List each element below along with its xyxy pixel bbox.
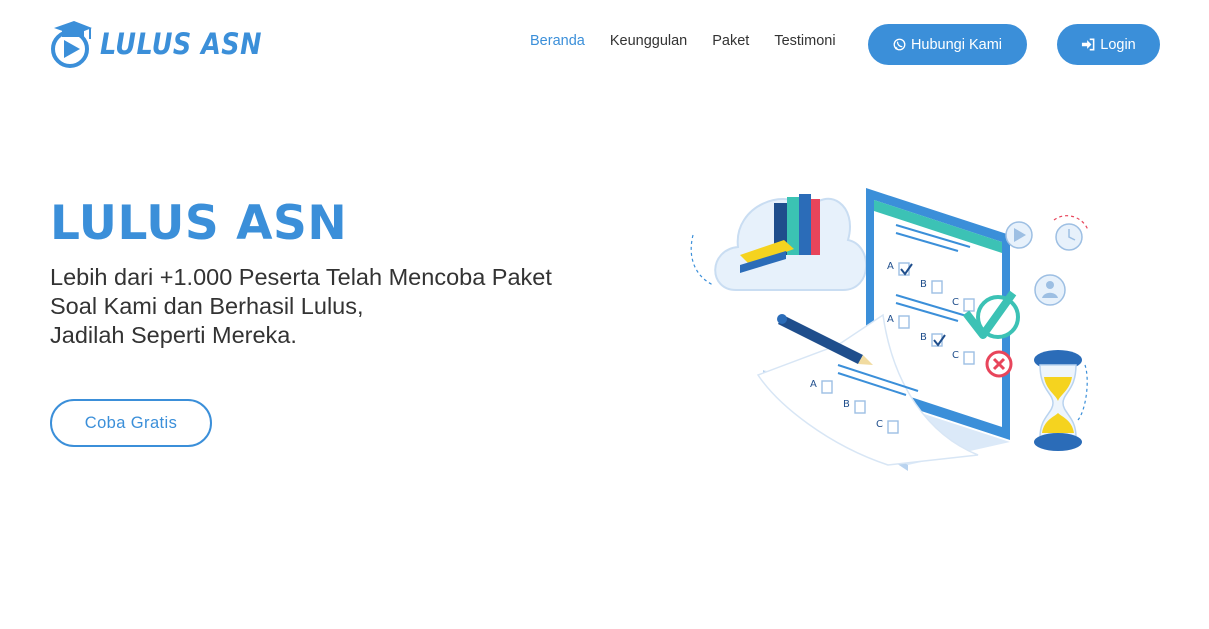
option-label: C	[952, 297, 959, 308]
contact-button[interactable]: Hubungi Kami	[868, 24, 1027, 65]
cloud-books-icon	[690, 194, 868, 291]
login-button[interactable]: Login	[1057, 24, 1160, 65]
user-icon	[1034, 274, 1066, 306]
option-label: B	[920, 332, 927, 343]
option-label: A	[887, 261, 894, 272]
online-exam-illustration: A B C A B C A B C	[690, 188, 1089, 471]
hero-title: LULUS ASN	[50, 196, 348, 251]
whatsapp-icon	[893, 38, 906, 51]
play-icon	[1005, 221, 1033, 249]
contact-button-label: Hubungi Kami	[910, 36, 1003, 53]
hero-subtitle-line: Lebih dari +1.000 Peserta Telah Mencoba …	[50, 264, 552, 290]
option-label: A	[887, 314, 894, 325]
hero-subtitle: Lebih dari +1.000 Peserta Telah Mencoba …	[50, 263, 630, 350]
option-label: B	[920, 279, 927, 290]
try-free-button[interactable]: Coba Gratis	[50, 399, 212, 447]
option-label: C	[952, 350, 959, 361]
nav-links: Beranda Keunggulan Paket Testimoni	[530, 33, 861, 49]
nav-link-testimoni[interactable]: Testimoni	[774, 33, 835, 49]
hero-subtitle-line: Jadilah Seperti Mereka.	[50, 322, 297, 348]
graduation-cap-play-icon	[51, 21, 92, 68]
option-label: C	[876, 419, 883, 430]
cross-icon	[985, 350, 1013, 378]
option-label: A	[810, 379, 817, 390]
nav-link-beranda[interactable]: Beranda	[530, 33, 585, 49]
clock-icon	[1053, 215, 1089, 251]
login-button-label: Login	[1100, 36, 1136, 53]
navbar: LULUS ASN Beranda Keunggulan Paket Testi…	[0, 0, 1209, 88]
brand[interactable]: LULUS ASN	[50, 19, 284, 69]
hourglass-icon	[1034, 350, 1088, 451]
sign-in-icon	[1082, 38, 1095, 51]
option-label: B	[843, 399, 850, 410]
brand-name: LULUS ASN	[100, 27, 262, 61]
nav-link-keunggulan[interactable]: Keunggulan	[610, 33, 687, 49]
nav-link-paket[interactable]: Paket	[712, 33, 749, 49]
hero-subtitle-line: Soal Kami dan Berhasil Lulus,	[50, 293, 364, 319]
